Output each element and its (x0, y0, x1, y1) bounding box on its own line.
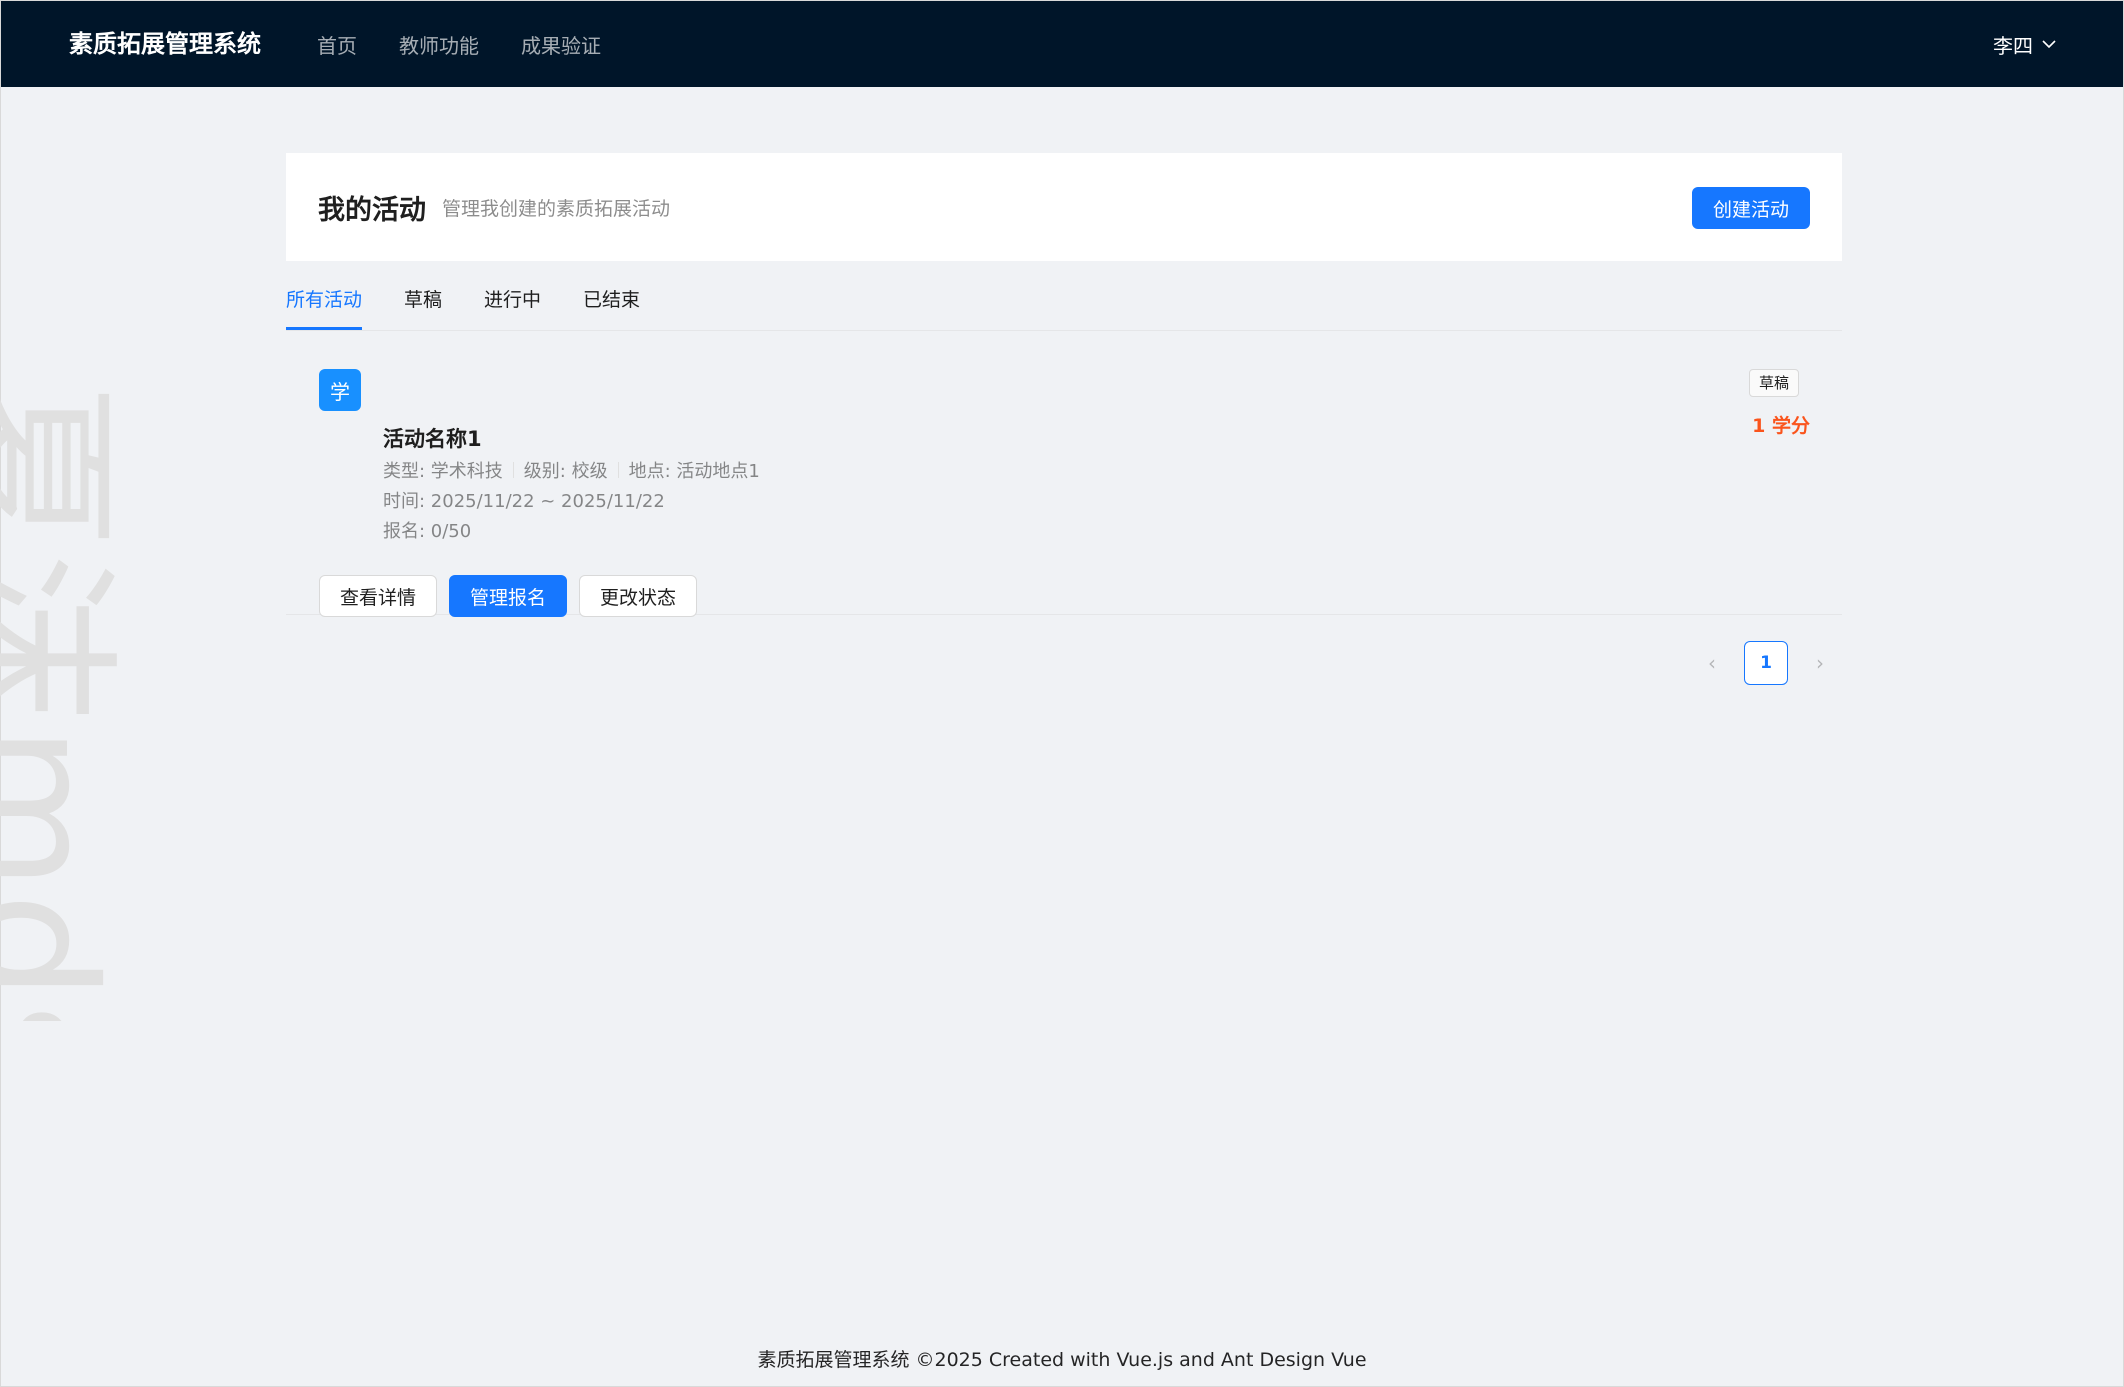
app-logo[interactable]: 素质拓展管理系统 (69, 1, 261, 87)
page: 素质拓展管理系统 首页 教师功能 成果验证 李四 夏沫mds 我的活动 管理我创… (0, 0, 2124, 1387)
activity-type: 类型: 学术科技 (383, 461, 503, 482)
nav-item-home[interactable]: 首页 (317, 30, 357, 59)
nav-item-teacher[interactable]: 教师功能 (399, 30, 479, 59)
tab-ended[interactable]: 已结束 (583, 285, 640, 330)
user-name: 李四 (1993, 33, 2033, 58)
tab-all[interactable]: 所有活动 (286, 285, 363, 330)
activity-time: 时间: 2025/11/22 ~ 2025/11/22 (383, 491, 665, 512)
activity-signup: 报名: 0/50 (383, 521, 472, 542)
activity-name: 活动名称1 (383, 427, 482, 451)
page-title: 我的活动 (318, 194, 426, 226)
status-badge: 草稿 (1748, 369, 1799, 397)
list-item: 学 活动名称1 类型: 学术科技 级别: 校级 地点: 活动地点1 时间: 20… (286, 331, 1842, 617)
create-activity-button[interactable]: 创建活动 (1692, 187, 1810, 229)
activity-meta: 类型: 学术科技 级别: 校级 地点: 活动地点1 (383, 457, 760, 483)
top-header: 素质拓展管理系统 首页 教师功能 成果验证 李四 (1, 1, 2123, 87)
watermark-text: 夏沫mds (0, 381, 131, 1021)
divider (617, 462, 619, 478)
main-content: 我的活动 管理我创建的素质拓展活动 创建活动 所有活动 草稿 进行中 已结束 学… (286, 153, 1842, 685)
tab-draft[interactable]: 草稿 (404, 285, 442, 330)
activity-tabs: 所有活动 草稿 进行中 已结束 (286, 261, 1842, 331)
footer: 素质拓展管理系统 ©2025 Created with Vue.js and A… (757, 1349, 1367, 1371)
main-nav: 首页 教师功能 成果验证 (317, 1, 643, 87)
page-header: 我的活动 管理我创建的素质拓展活动 创建活动 (286, 153, 1842, 261)
watermark: 夏沫mds (0, 381, 191, 1021)
activity-actions: 查看详情 管理报名 更改状态 (319, 575, 709, 617)
activity-location: 地点: 活动地点1 (628, 461, 760, 482)
left-arrow-icon[interactable]: ‹ (1690, 641, 1734, 685)
page-number[interactable]: 1 (1744, 641, 1788, 685)
page-subtitle: 管理我创建的素质拓展活动 (442, 197, 671, 220)
right-arrow-icon[interactable]: › (1798, 641, 1842, 685)
activity-avatar: 学 (319, 369, 361, 411)
chevron-down-icon (2042, 40, 2056, 49)
pagination: ‹ 1 › (1690, 641, 1842, 685)
manage-signup-button[interactable]: 管理报名 (449, 575, 568, 617)
nav-item-verify[interactable]: 成果验证 (521, 30, 601, 59)
tab-ongoing[interactable]: 进行中 (484, 285, 541, 330)
credit-value: 1 学分 (1752, 415, 1810, 437)
view-details-button[interactable]: 查看详情 (319, 575, 438, 617)
activity-level: 级别: 校级 (523, 461, 608, 482)
change-status-button[interactable]: 更改状态 (579, 575, 698, 617)
divider (512, 462, 514, 478)
user-menu[interactable]: 李四 (1993, 1, 2057, 87)
